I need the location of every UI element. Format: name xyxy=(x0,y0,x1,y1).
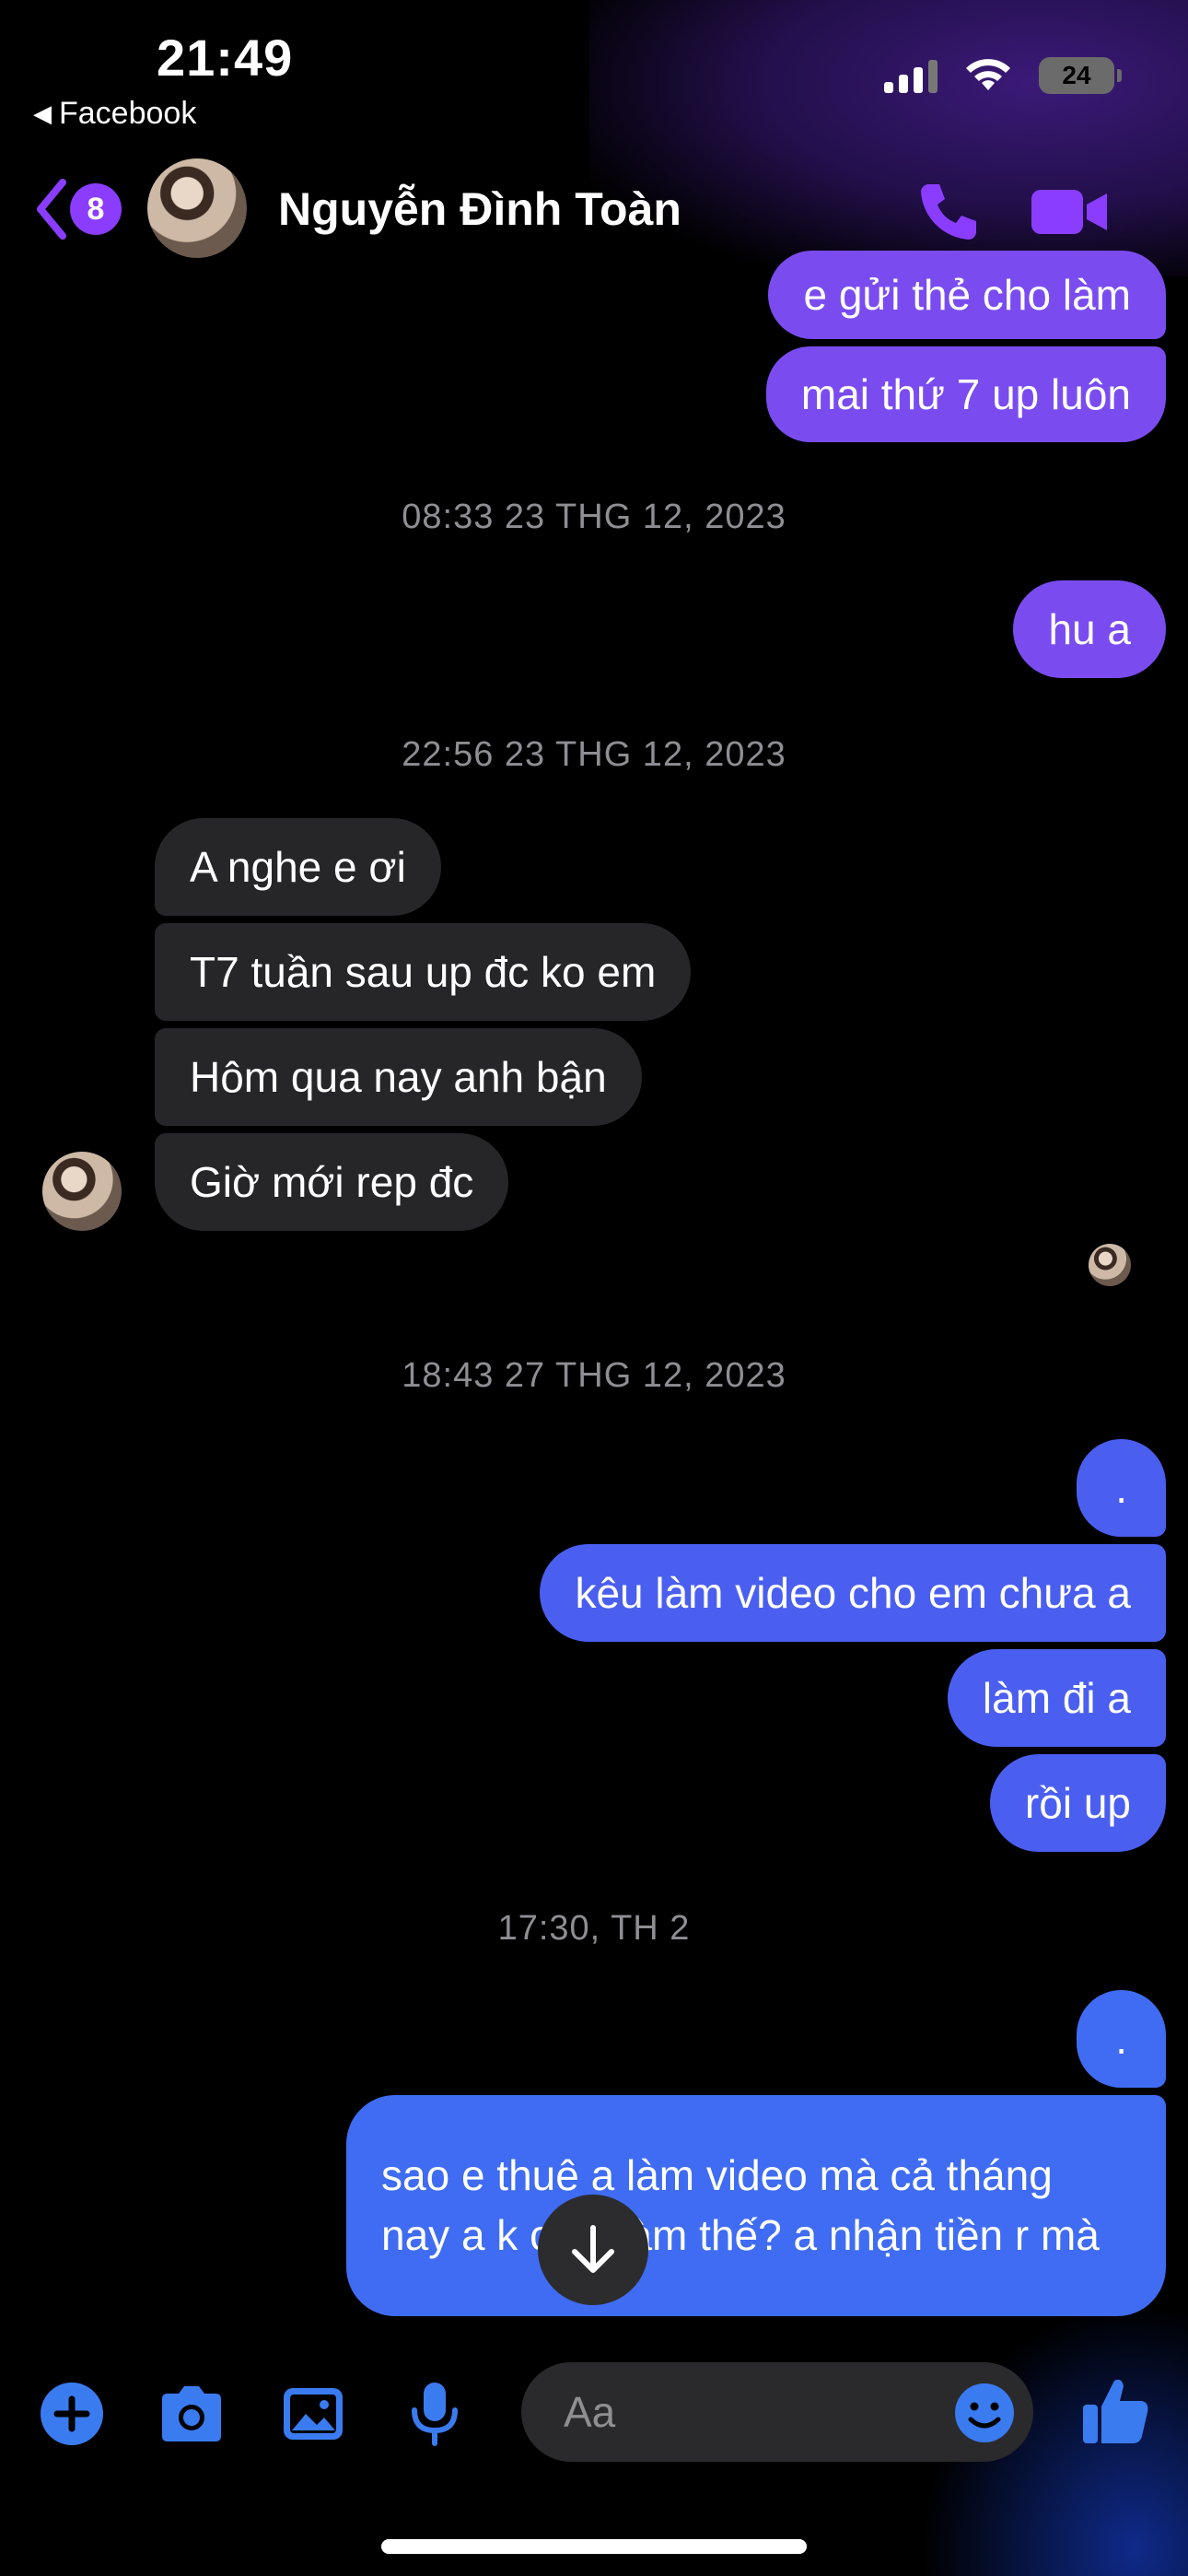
message-bubble-incoming[interactable]: A nghe e ơi xyxy=(155,818,441,916)
message-text: Hôm qua nay anh bận xyxy=(190,1052,607,1101)
signal-icon xyxy=(884,58,938,93)
message-bubble-outgoing[interactable]: sao e thuê a làm video mà cả tháng nay a… xyxy=(346,2095,1166,2316)
message-text: sao e thuê a làm video mà cả tháng nay a… xyxy=(381,2150,1100,2259)
message-text: mai thứ 7 up luôn xyxy=(800,369,1131,418)
thumbs-up-icon[interactable] xyxy=(1079,2373,1153,2447)
plus-icon[interactable] xyxy=(37,2379,107,2449)
message-text: rồi up xyxy=(1024,1778,1131,1827)
timestamp: 08:33 23 THG 12, 2023 xyxy=(402,498,786,536)
timestamp: 17:30, TH 2 xyxy=(497,1909,691,1948)
message-text: kêu làm video cho em chưa a xyxy=(575,1568,1131,1617)
back-triangle-icon: ◀ xyxy=(33,100,52,127)
wifi-icon xyxy=(966,59,1010,90)
video-call-icon[interactable] xyxy=(1030,184,1109,240)
contact-name[interactable]: Nguyễn Đình Toàn xyxy=(278,182,681,236)
message-bubble-incoming[interactable]: T7 tuần sau up đc ko em xyxy=(155,923,692,1021)
message-bubble-incoming[interactable]: Giờ mới rep đc xyxy=(155,1133,509,1231)
status-bar: 21:49 ◀ Facebook 24 xyxy=(0,0,1188,138)
message-bubble-outgoing[interactable]: mai thứ 7 up luôn xyxy=(765,346,1166,442)
chevron-left-icon xyxy=(37,179,66,240)
message-text: hu a xyxy=(1048,604,1131,653)
image-icon[interactable] xyxy=(278,2379,348,2449)
message-text: . xyxy=(1115,2014,1127,2063)
camera-icon[interactable] xyxy=(157,2379,227,2449)
message-text: Giờ mới rep đc xyxy=(190,1157,474,1206)
message-text: . xyxy=(1115,1463,1127,1512)
unread-badge: 8 xyxy=(70,183,122,235)
message-bubble-outgoing[interactable]: rồi up xyxy=(989,1754,1166,1852)
message-input[interactable] xyxy=(562,2386,915,2438)
microphone-icon[interactable] xyxy=(400,2379,470,2449)
message-input-container[interactable] xyxy=(521,2362,1033,2462)
status-time: 21:49 xyxy=(157,29,294,87)
message-bubble-outgoing[interactable]: . xyxy=(1077,1439,1166,1537)
scroll-to-bottom-button[interactable] xyxy=(538,2195,648,2305)
timestamp: 18:43 27 THG 12, 2023 xyxy=(402,1356,786,1395)
emoji-icon[interactable] xyxy=(952,2381,1017,2445)
message-bubble-outgoing[interactable]: . xyxy=(1077,1990,1166,2088)
message-bubble-incoming[interactable]: Hôm qua nay anh bận xyxy=(155,1028,642,1126)
message-text: e gửi thẻ cho làm xyxy=(803,270,1131,319)
battery-level: 24 xyxy=(1062,61,1091,89)
contact-avatar[interactable] xyxy=(147,158,247,258)
home-indicator[interactable] xyxy=(381,2539,807,2554)
seen-receipt-avatar xyxy=(1089,1244,1131,1286)
arrow-down-icon xyxy=(572,2225,614,2273)
message-text: A nghe e ơi xyxy=(190,842,406,891)
message-text: T7 tuần sau up đc ko em xyxy=(190,947,657,996)
back-app-label: Facebook xyxy=(59,96,197,131)
status-icons: 24 xyxy=(884,57,1122,94)
message-bubble-outgoing[interactable]: hu a xyxy=(1013,580,1166,678)
message-bubble-outgoing[interactable]: kêu làm video cho em chưa a xyxy=(540,1544,1166,1642)
battery-icon: 24 xyxy=(1039,57,1122,94)
back-to-app-link[interactable]: ◀ Facebook xyxy=(33,96,196,132)
message-composer xyxy=(0,2359,1188,2469)
message-text: làm đi a xyxy=(982,1673,1131,1722)
timestamp: 22:56 23 THG 12, 2023 xyxy=(402,735,786,774)
message-bubble-outgoing[interactable]: e gửi thẻ cho làm xyxy=(768,251,1166,339)
back-button[interactable]: 8 xyxy=(33,177,122,241)
message-bubble-outgoing[interactable]: làm đi a xyxy=(947,1649,1166,1747)
phone-icon[interactable] xyxy=(915,179,980,243)
sender-avatar[interactable] xyxy=(42,1152,122,1231)
